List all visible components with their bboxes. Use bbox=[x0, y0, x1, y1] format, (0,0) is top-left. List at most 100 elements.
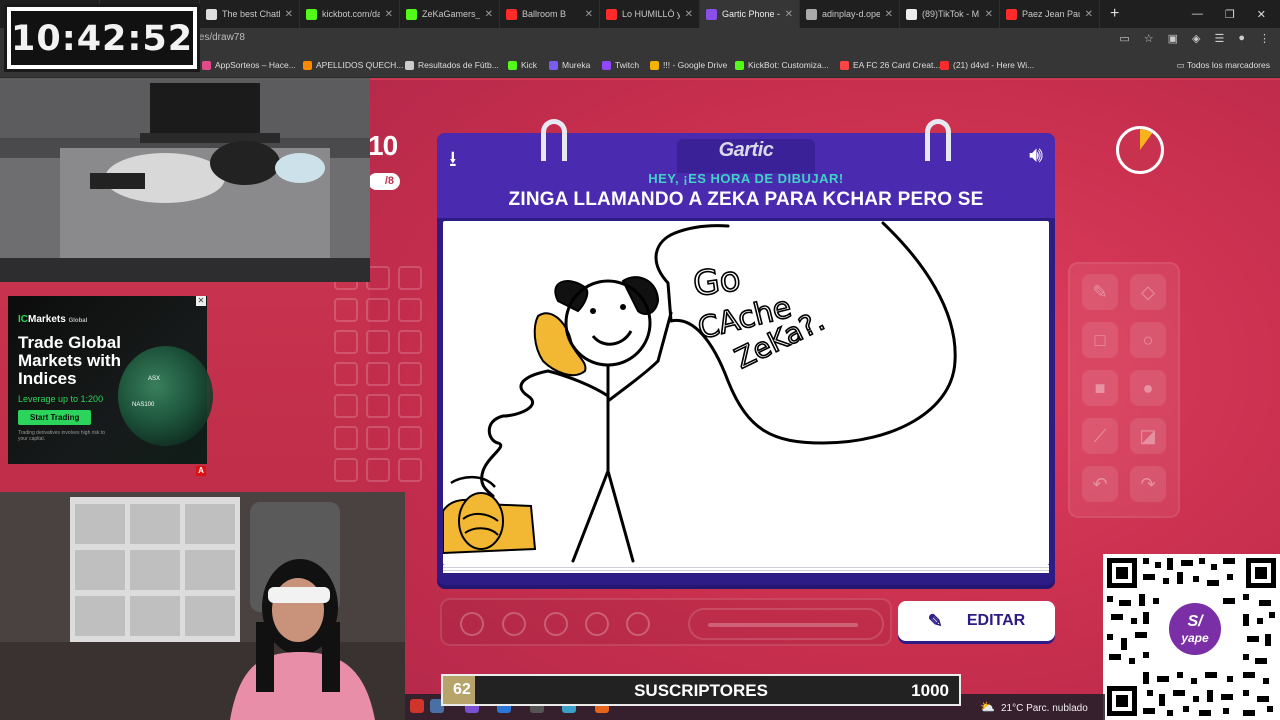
left-player-grid bbox=[334, 266, 422, 482]
browser-tab[interactable]: Lo HUMILLÓ y ✕ bbox=[600, 0, 700, 28]
score-partial: 10 bbox=[368, 130, 398, 161]
bookmark-item[interactable]: !!! - Google Drive bbox=[650, 60, 727, 70]
all-bookmarks-label: Todos los marcadores bbox=[1186, 60, 1270, 70]
fill-bucket-icon[interactable]: ◪ bbox=[1130, 418, 1166, 454]
weather-widget[interactable]: ⛅ 21°C Parc. nublado bbox=[980, 700, 1088, 714]
grid-cell bbox=[366, 458, 390, 482]
bookmark-star-icon[interactable]: ☆ bbox=[1144, 32, 1154, 45]
grid-cell bbox=[334, 426, 358, 450]
brush-size-4[interactable] bbox=[585, 612, 609, 636]
bookmark-item[interactable]: KickBot: Customiza... bbox=[735, 60, 829, 70]
restore-icon[interactable]: ❐ bbox=[1225, 8, 1235, 21]
bookmark-item[interactable]: AppSorteos – Hace... bbox=[202, 60, 296, 70]
slider-track bbox=[708, 623, 858, 627]
tab-close-icon[interactable]: ✕ bbox=[885, 9, 893, 20]
browser-tab[interactable]: Ballroom B ✕ bbox=[500, 0, 600, 28]
browser-tab[interactable]: Gartic Phone - ✕ bbox=[700, 0, 800, 28]
all-bookmarks[interactable]: ▭ Todos los marcadores bbox=[1177, 60, 1270, 71]
browser-tab[interactable]: The best Chatli ✕ bbox=[200, 0, 300, 28]
folder-icon: ▭ bbox=[1176, 60, 1187, 70]
bookmark-item[interactable]: APELLIDOS QUECH... bbox=[303, 60, 403, 70]
tab-title: ZeKaGamers_C bbox=[422, 9, 480, 19]
app-icon-red[interactable] bbox=[410, 699, 424, 713]
bookmark-item[interactable]: Twitch bbox=[602, 60, 639, 70]
volume-icon[interactable]: 🔊︎ bbox=[1029, 142, 1043, 168]
opacity-slider[interactable] bbox=[688, 608, 884, 640]
ad-disclaimer: Trading derivatives involves high risk t… bbox=[18, 430, 106, 442]
browser-tab[interactable]: ZeKaGamers_C ✕ bbox=[400, 0, 500, 28]
bookmark-label: AppSorteos – Hace... bbox=[215, 60, 296, 70]
browser-tab[interactable]: Paez Jean Paul ✕ bbox=[1000, 0, 1100, 28]
tab-close-icon[interactable]: ✕ bbox=[785, 9, 793, 20]
bookmark-label: Resultados de Fútb... bbox=[418, 60, 499, 70]
tab-favicon-icon bbox=[1006, 8, 1017, 20]
media-icon[interactable]: ☰ bbox=[1214, 32, 1224, 45]
tab-close-icon[interactable]: ✕ bbox=[285, 9, 293, 20]
bookmark-label: !!! - Google Drive bbox=[663, 60, 728, 70]
webcam-room-image bbox=[0, 78, 370, 282]
tab-title: Paez Jean Paul bbox=[1022, 9, 1080, 19]
yape-logo-text: yape bbox=[1181, 631, 1209, 645]
redo-icon[interactable]: ↷ bbox=[1130, 466, 1166, 502]
close-window-icon[interactable]: ✕ bbox=[1257, 8, 1266, 21]
line-icon[interactable]: ⟋ bbox=[1082, 418, 1118, 454]
tab-close-icon[interactable]: ✕ bbox=[485, 9, 493, 20]
tab-close-icon[interactable]: ✕ bbox=[1085, 9, 1093, 20]
webcam-streamer-image bbox=[0, 492, 405, 720]
url-text[interactable]: /es/draw78 bbox=[196, 32, 245, 43]
grid-cell bbox=[398, 458, 422, 482]
ad-close-icon[interactable]: ✕ bbox=[196, 296, 206, 306]
circle-outline-icon[interactable]: ○ bbox=[1130, 322, 1166, 358]
adchoices-icon[interactable]: A bbox=[196, 466, 206, 476]
grid-cell bbox=[398, 426, 422, 450]
browser-tab[interactable]: adinplay-d.ope ✕ bbox=[800, 0, 900, 28]
browser-tab[interactable]: (89)TikTok - M ✕ bbox=[900, 0, 1000, 28]
bookmark-favicon-icon bbox=[549, 60, 558, 70]
tab-title: The best Chatli bbox=[222, 9, 280, 19]
ad-cta-button[interactable]: Start Trading bbox=[18, 410, 92, 425]
minimize-icon[interactable]: — bbox=[1192, 8, 1203, 20]
drawing-prompt: ZINGA LLAMANDO A ZEKA PARA KCHAR PERO SE bbox=[508, 189, 984, 210]
drawing: Go CAche ZeKa?. bbox=[442, 221, 957, 563]
cloud-sun-icon: ⛅ bbox=[980, 700, 995, 714]
subscriber-label: SUSCRIPTORES bbox=[634, 681, 768, 700]
edit-button[interactable]: ✎ EDITAR bbox=[898, 601, 1055, 641]
new-tab-button[interactable]: + bbox=[1100, 5, 1129, 23]
brush-size-1[interactable] bbox=[460, 612, 484, 636]
circle-filled-icon[interactable]: ● bbox=[1130, 370, 1166, 406]
extensions-icon[interactable]: ▣ bbox=[1168, 32, 1178, 45]
undo-icon[interactable]: ↶ bbox=[1082, 466, 1118, 502]
drawing-canvas[interactable]: Go CAche ZeKa?. bbox=[442, 221, 1049, 565]
puzzle-icon[interactable]: ◈ bbox=[1192, 32, 1200, 45]
profile-icon[interactable]: ● bbox=[1238, 32, 1245, 45]
tab-close-icon[interactable]: ✕ bbox=[985, 9, 993, 20]
weather-desc: Parc. nublado bbox=[1026, 703, 1088, 714]
rectangle-outline-icon[interactable]: □ bbox=[1082, 322, 1118, 358]
brush-size-3[interactable] bbox=[544, 612, 568, 636]
brush-size-5[interactable] bbox=[626, 612, 650, 636]
menu-icon[interactable]: ⋮ bbox=[1259, 32, 1270, 45]
bookmark-item[interactable]: Kick bbox=[508, 60, 537, 70]
pencil-icon[interactable]: ✎ bbox=[1082, 274, 1118, 310]
eraser-icon[interactable]: ◇ bbox=[1130, 274, 1166, 310]
bookmark-item[interactable]: Resultados de Fútb... bbox=[405, 60, 499, 70]
tab-close-icon[interactable]: ✕ bbox=[685, 9, 693, 20]
bookmark-item[interactable]: EA FC 26 Card Creat... bbox=[840, 60, 940, 70]
tab-close-icon[interactable]: ✕ bbox=[385, 9, 393, 20]
grid-cell bbox=[398, 298, 422, 322]
bookmark-label: Mureka bbox=[562, 60, 591, 70]
browser-tab[interactable]: kickbot.com/da ✕ bbox=[300, 0, 400, 28]
cast-icon[interactable]: ▭ bbox=[1119, 32, 1129, 45]
gartic-logo: Gartic bbox=[718, 139, 774, 161]
advertisement[interactable]: ICMarkets Global Trade Global Markets wi… bbox=[8, 296, 213, 464]
grid-cell bbox=[398, 330, 422, 354]
bookmark-item[interactable]: Mureka bbox=[549, 60, 590, 70]
rectangle-filled-icon[interactable]: ■ bbox=[1082, 370, 1118, 406]
grid-cell bbox=[366, 426, 390, 450]
subscriber-goal-bar: 62 SUSCRIPTORES 1000 bbox=[441, 674, 961, 706]
brush-size-2[interactable] bbox=[502, 612, 526, 636]
tab-favicon-icon bbox=[806, 8, 817, 20]
bookmark-item[interactable]: (21) d4vd - Here Wi... bbox=[940, 60, 1034, 70]
tab-close-icon[interactable]: ✕ bbox=[585, 9, 593, 20]
bookmark-favicon-icon bbox=[840, 60, 849, 70]
